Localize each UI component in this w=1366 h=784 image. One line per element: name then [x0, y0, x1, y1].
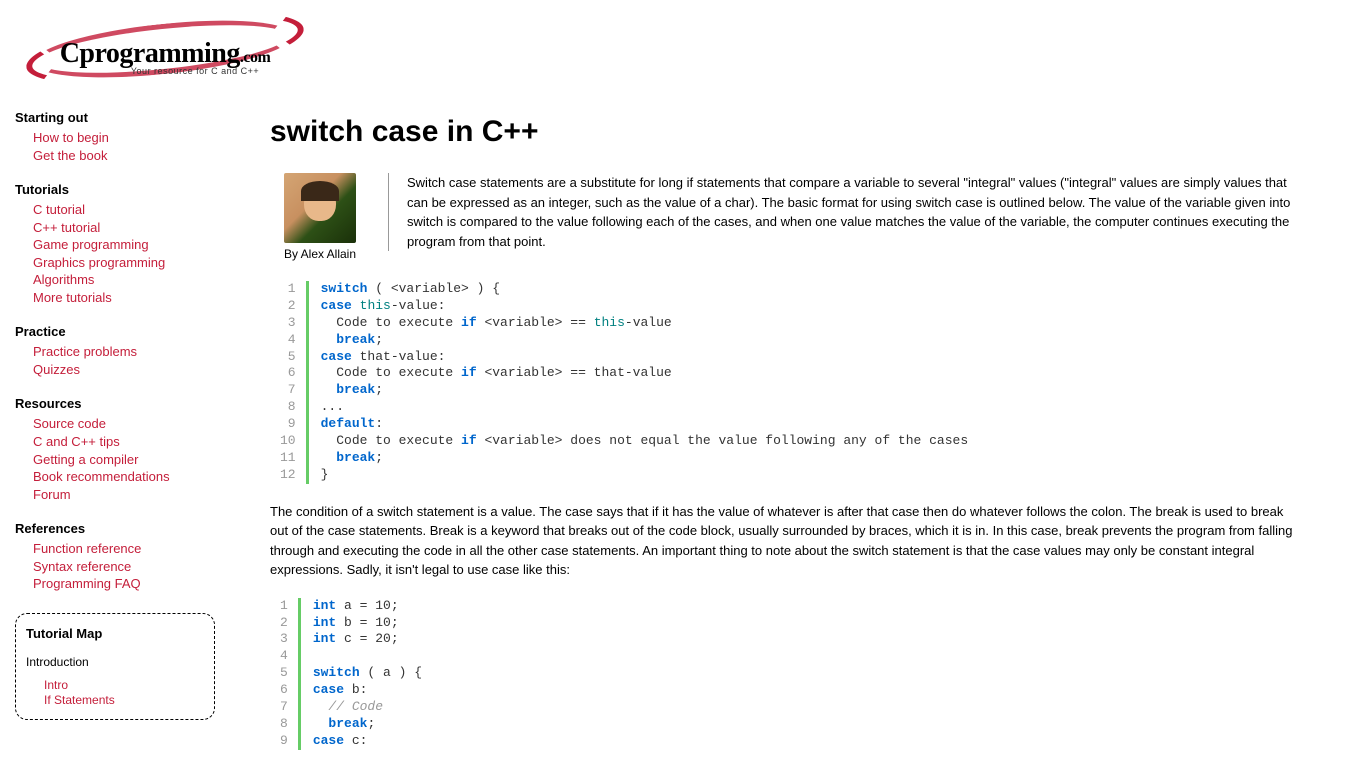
- tutorial-map-link[interactable]: If Statements: [44, 693, 115, 707]
- author-box: By Alex Allain: [270, 173, 370, 261]
- nav-link[interactable]: Quizzes: [33, 362, 80, 377]
- tutorial-map-section-label: Introduction: [26, 655, 204, 669]
- code-content-2: int a = 10; int b = 10; int c = 20; swit…: [298, 598, 422, 750]
- nav-link[interactable]: Graphics programming: [33, 255, 165, 270]
- nav-link[interactable]: Syntax reference: [33, 559, 131, 574]
- tutorial-map-box: Tutorial Map Introduction IntroIf Statem…: [15, 613, 215, 720]
- author-name: By Alex Allain: [270, 247, 370, 261]
- nav-link[interactable]: Algorithms: [33, 272, 94, 287]
- nav-link[interactable]: Practice problems: [33, 344, 137, 359]
- nav-link[interactable]: Programming FAQ: [33, 576, 141, 591]
- nav-heading: Resources: [15, 396, 245, 411]
- tutorial-map-title: Tutorial Map: [26, 626, 204, 641]
- page-title: switch case in C++: [270, 115, 1305, 149]
- paragraph-2: The condition of a switch statement is a…: [270, 502, 1305, 580]
- nav-link[interactable]: Game programming: [33, 237, 149, 252]
- code-block-2: 123456789 int a = 10; int b = 10; int c …: [280, 598, 1305, 750]
- nav-link[interactable]: How to begin: [33, 130, 109, 145]
- sidebar-nav: Starting out How to begin Get the book Tuto…: [15, 90, 245, 784]
- nav-heading: References: [15, 521, 245, 536]
- author-photo: [284, 173, 356, 243]
- nav-link[interactable]: Forum: [33, 487, 71, 502]
- intro-paragraph: Switch case statements are a substitute …: [388, 173, 1305, 251]
- nav-link[interactable]: C++ tutorial: [33, 220, 100, 235]
- nav-heading: Tutorials: [15, 182, 245, 197]
- nav-link[interactable]: More tutorials: [33, 290, 112, 305]
- nav-link[interactable]: Book recommendations: [33, 469, 170, 484]
- code-block-1: 123456789101112 switch ( <variable> ) { …: [280, 281, 1305, 484]
- article-main: switch case in C++ By Alex Allain Switch…: [245, 90, 1345, 784]
- nav-link[interactable]: Getting a compiler: [33, 452, 139, 467]
- nav-heading: Practice: [15, 324, 245, 339]
- nav-link[interactable]: Get the book: [33, 148, 107, 163]
- site-logo[interactable]: Cprogramming.com Your resource for C and…: [0, 0, 1366, 90]
- logo-main-text: Cprogramming: [60, 38, 240, 69]
- nav-link[interactable]: Function reference: [33, 541, 141, 556]
- code-content-1: switch ( <variable> ) { case this-value:…: [306, 281, 969, 484]
- nav-link[interactable]: Source code: [33, 416, 106, 431]
- tutorial-map-link[interactable]: Intro: [44, 678, 68, 692]
- nav-heading: Starting out: [15, 110, 245, 125]
- nav-link[interactable]: C and C++ tips: [33, 434, 120, 449]
- nav-link[interactable]: C tutorial: [33, 202, 85, 217]
- logo-suffix: .com: [240, 49, 270, 66]
